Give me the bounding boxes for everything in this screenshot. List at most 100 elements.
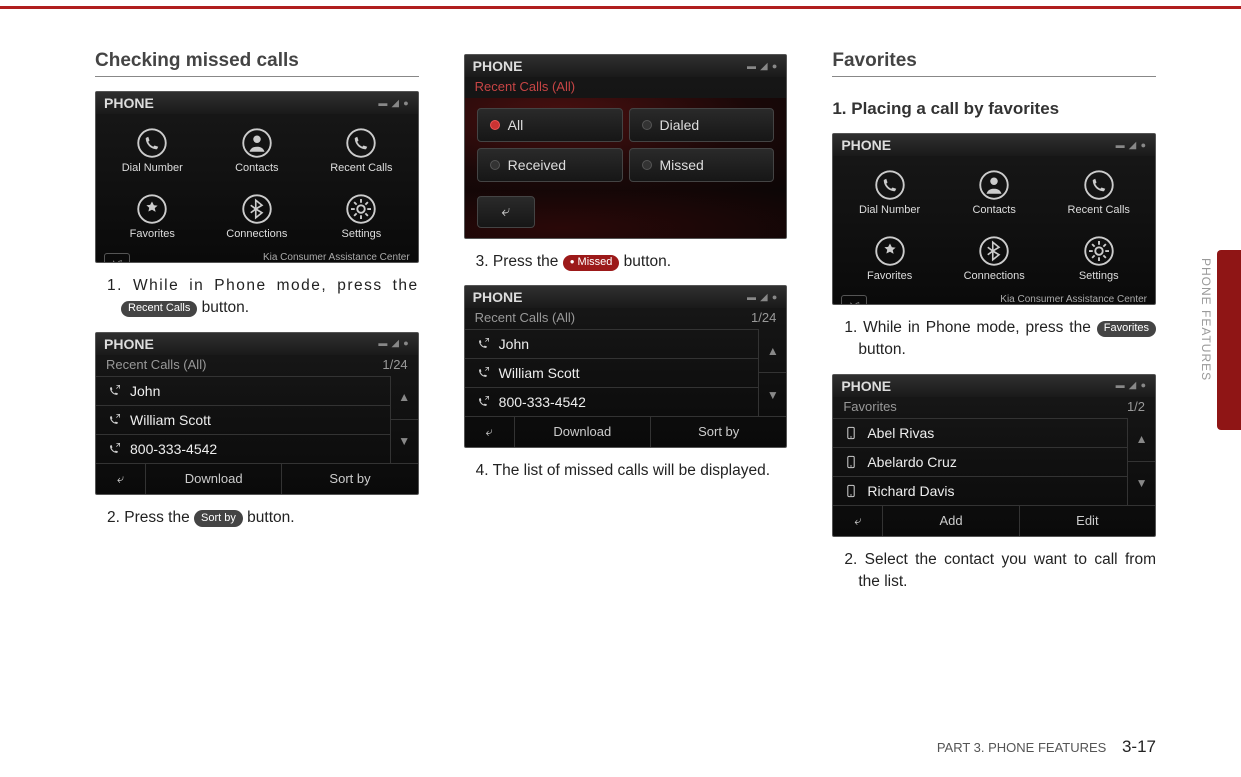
- scroll-down-button[interactable]: ▼: [1128, 462, 1155, 505]
- signal-icons: ▬ ◢ ●: [378, 98, 409, 109]
- fav-step-2: 2. Select the contact you want to call f…: [832, 549, 1156, 594]
- fav-step-1: 1. While in Phone mode, press the Favori…: [832, 317, 1156, 362]
- radio-dot-icon: [490, 120, 500, 130]
- icon-favorites[interactable]: Favorites: [839, 228, 940, 290]
- step-2: 2. Press the Sort by button.: [95, 507, 419, 529]
- list-item[interactable]: John: [465, 329, 759, 358]
- scroll-up-button[interactable]: ▲: [1128, 418, 1155, 462]
- back-button[interactable]: ⤶: [96, 464, 146, 494]
- phone-icon-grid: Dial Number Contacts Recent Calls Favori…: [96, 114, 418, 250]
- icon-recent-calls[interactable]: Recent Calls: [311, 120, 412, 182]
- signal-icons: ▬ ◢ ●: [747, 292, 778, 303]
- sub-label: Favorites: [843, 399, 896, 414]
- icon-dial-number[interactable]: Dial Number: [102, 120, 203, 182]
- icon-label: Recent Calls: [330, 162, 392, 174]
- list-wrap: Abel Rivas Abelardo Cruz Richard Davis ▲…: [833, 418, 1155, 505]
- step-1: 1. While in Phone mode, press the Recent…: [95, 275, 419, 320]
- icon-contacts[interactable]: Contacts: [944, 162, 1045, 224]
- icon-label: Settings: [1079, 270, 1119, 282]
- download-button[interactable]: Download: [146, 464, 282, 494]
- icon-dial-number[interactable]: Dial Number: [839, 162, 940, 224]
- back-button[interactable]: ⤶: [477, 196, 535, 228]
- list-main: John William Scott 800-333-4542: [96, 376, 390, 463]
- page-footer: PART 3. PHONE FEATURES 3-17: [937, 737, 1156, 757]
- radio-dot-icon: [642, 120, 652, 130]
- filter-dialed[interactable]: Dialed: [629, 108, 775, 142]
- subheading-placing: 1. Placing a call by favorites: [832, 99, 1156, 119]
- shot-title-bar: PHONE ▬ ◢ ●: [96, 333, 418, 355]
- column-1: Checking missed calls PHONE ▬ ◢ ● Dial N…: [95, 50, 419, 747]
- row-text: Richard Davis: [867, 483, 954, 499]
- signal-icons: ▬ ◢ ●: [1116, 140, 1147, 151]
- pill-sortby: Sort by: [194, 510, 243, 526]
- icon-connections[interactable]: Connections: [944, 228, 1045, 290]
- list-item[interactable]: William Scott: [465, 358, 759, 387]
- bluetooth-icon: [979, 236, 1009, 266]
- shot-subtitle: Favorites 1/2: [833, 397, 1155, 418]
- step-1-text-b: button.: [197, 299, 249, 316]
- row-text: 800-333-4542: [130, 441, 217, 457]
- list-item[interactable]: Abelardo Cruz: [833, 447, 1127, 476]
- row-text: Abel Rivas: [867, 425, 934, 441]
- outgoing-call-icon: [106, 441, 122, 457]
- phone-handset-icon: [137, 128, 167, 158]
- icon-label: Connections: [226, 228, 287, 240]
- filter-received[interactable]: Received: [477, 148, 623, 182]
- icon-label: Connections: [964, 270, 1025, 282]
- icon-label: Favorites: [130, 228, 175, 240]
- back-button[interactable]: ⤶: [833, 506, 883, 536]
- sortby-button[interactable]: Sort by: [651, 417, 786, 447]
- mobile-icon: [843, 425, 859, 441]
- column-3: Favorites 1. Placing a call by favorites…: [832, 50, 1156, 747]
- sub-label: Recent Calls (All): [106, 357, 206, 372]
- fav-step-1-text-a: 1. While in Phone mode, press the: [844, 319, 1096, 336]
- list-item[interactable]: 800-333-4542: [465, 387, 759, 416]
- icon-settings[interactable]: Settings: [311, 186, 412, 248]
- scroll-up-button[interactable]: ▲: [391, 376, 418, 420]
- assist-line-1: Kia Consumer Assistance Center: [263, 252, 410, 263]
- page-columns: Checking missed calls PHONE ▬ ◢ ● Dial N…: [95, 50, 1156, 747]
- icon-label: Settings: [342, 228, 382, 240]
- icon-favorites[interactable]: Favorites: [102, 186, 203, 248]
- sub-count: 1/24: [382, 357, 407, 372]
- icon-contacts[interactable]: Contacts: [207, 120, 308, 182]
- footer-part: PART 3. PHONE FEATURES: [937, 740, 1107, 755]
- icon-label: Favorites: [867, 270, 912, 282]
- shot-title-bar: PHONE ▬ ◢ ●: [833, 375, 1155, 397]
- list-item[interactable]: Abel Rivas: [833, 418, 1127, 447]
- download-button[interactable]: Download: [515, 417, 651, 447]
- scroll-down-button[interactable]: ▼: [759, 373, 786, 416]
- sortby-button[interactable]: Sort by: [282, 464, 417, 494]
- filter-missed[interactable]: Missed: [629, 148, 775, 182]
- list-item[interactable]: John: [96, 376, 390, 405]
- icon-recent-calls[interactable]: Recent Calls: [1048, 162, 1149, 224]
- phone-handset-icon: [875, 170, 905, 200]
- list-item[interactable]: Richard Davis: [833, 476, 1127, 505]
- scroll-up-button[interactable]: ▲: [759, 329, 786, 373]
- screenshot-phone-home: PHONE ▬ ◢ ● Dial Number Contacts Recent …: [95, 91, 419, 263]
- shot-title-text: PHONE: [841, 137, 891, 153]
- icon-settings[interactable]: Settings: [1048, 228, 1149, 290]
- media-button[interactable]: ♪♫: [841, 295, 867, 305]
- list-item[interactable]: 800-333-4542: [96, 434, 390, 463]
- add-button[interactable]: Add: [883, 506, 1019, 536]
- step-3-text-a: 3. Press the: [476, 253, 563, 270]
- outgoing-call-icon: [106, 383, 122, 399]
- filter-all[interactable]: All: [477, 108, 623, 142]
- list-item[interactable]: William Scott: [96, 405, 390, 434]
- top-accent-bar: [0, 6, 1241, 9]
- outgoing-call-icon: [106, 412, 122, 428]
- back-button[interactable]: ⤶: [465, 417, 515, 447]
- star-phone-icon: [875, 236, 905, 266]
- icon-connections[interactable]: Connections: [207, 186, 308, 248]
- shot-title-text: PHONE: [104, 95, 154, 111]
- scroll-down-button[interactable]: ▼: [391, 420, 418, 463]
- media-button[interactable]: ♪♫: [104, 253, 130, 263]
- row-text: 800-333-4542: [499, 394, 586, 410]
- shot-title-text: PHONE: [473, 58, 523, 74]
- filter-grid: All Dialed Received Missed: [465, 98, 787, 190]
- edit-button[interactable]: Edit: [1020, 506, 1155, 536]
- shot-subtitle: Recent Calls (All) 1/24: [96, 355, 418, 376]
- shot-title-text: PHONE: [841, 378, 891, 394]
- back-row: ⤶: [465, 190, 787, 238]
